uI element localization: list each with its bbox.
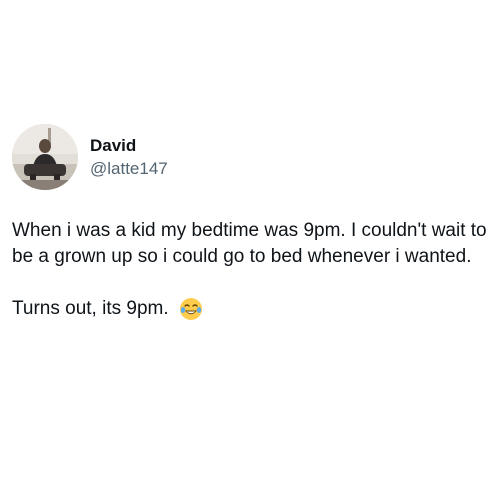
author-names: David @latte147 xyxy=(90,135,168,180)
tweet-header: David @latte147 xyxy=(12,124,488,190)
avatar[interactable] xyxy=(12,124,78,190)
face-with-tears-of-joy-emoji-icon xyxy=(179,297,203,321)
profile-photo-icon xyxy=(12,124,78,190)
tweet-text-paragraph-1: When i was a kid my bedtime was 9pm. I c… xyxy=(12,220,492,267)
tweet-text-paragraph-2: Turns out, its 9pm. xyxy=(12,298,169,319)
tweet-text-paragraph-2-row: Turns out, its 9pm. xyxy=(12,296,488,322)
display-name[interactable]: David xyxy=(90,135,168,157)
user-handle[interactable]: @latte147 xyxy=(90,158,168,180)
tweet-card: David @latte147 When i was a kid my bedt… xyxy=(12,124,488,322)
